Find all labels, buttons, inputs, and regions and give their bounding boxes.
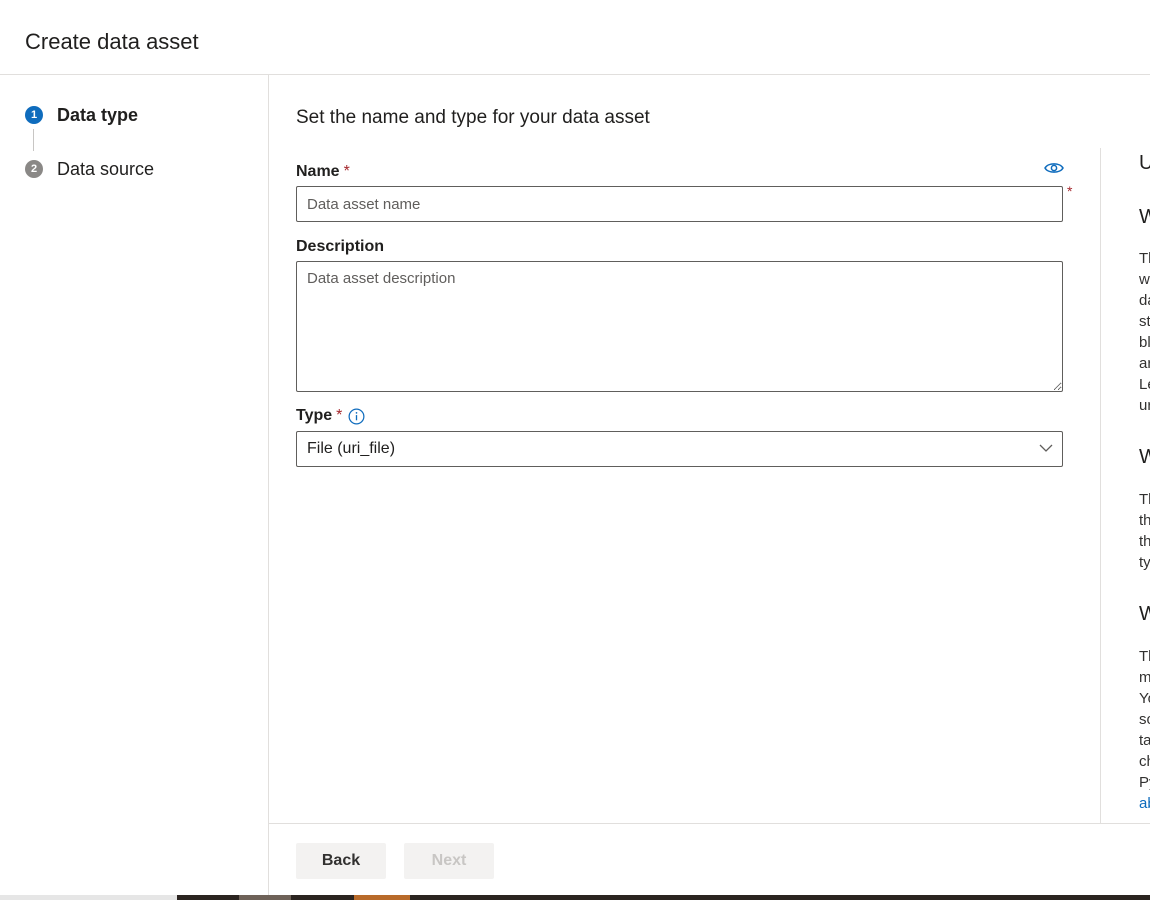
info-text-line: so <box>1139 711 1150 728</box>
type-dropdown[interactable]: File (uri_file) <box>296 431 1063 467</box>
step-connector <box>33 129 34 151</box>
info-text-line: ty <box>1139 554 1150 571</box>
eye-icon[interactable] <box>1044 161 1064 175</box>
step-number: 2 <box>25 160 43 178</box>
header: Create data asset <box>0 0 1150 75</box>
info-section-heading: W <box>1139 446 1150 469</box>
info-text-line: th <box>1139 512 1150 529</box>
back-button[interactable]: Back <box>296 843 386 879</box>
info-text-line: ta <box>1139 732 1150 749</box>
info-text-line: ar <box>1139 355 1150 372</box>
info-text-line: Th <box>1139 250 1150 267</box>
taskbar-segment <box>0 895 177 900</box>
type-selected-value: File (uri_file) <box>307 440 396 457</box>
info-text-line: Th <box>1139 648 1150 665</box>
taskbar-strip <box>0 895 1150 900</box>
name-input[interactable] <box>296 186 1063 222</box>
info-text-line: th <box>1139 533 1150 550</box>
name-required-indicator: * <box>1067 183 1073 199</box>
info-text-line: da <box>1139 292 1150 309</box>
info-text-line: bl <box>1139 334 1150 351</box>
step-data-type[interactable]: 1 Data type <box>25 105 138 125</box>
step-data-source[interactable]: 2 Data source <box>25 159 154 179</box>
next-button[interactable]: Next <box>404 843 494 879</box>
info-text-line: m <box>1139 669 1150 686</box>
info-section-heading: W <box>1139 206 1150 229</box>
info-icon[interactable] <box>348 408 365 425</box>
required-mark: * <box>336 407 343 424</box>
info-text-line: Py <box>1139 774 1150 791</box>
taskbar-segment <box>239 895 291 900</box>
type-label-text: Type <box>296 407 333 424</box>
description-input[interactable] <box>296 261 1063 392</box>
info-section-heading: W <box>1139 603 1150 626</box>
info-text-line: w <box>1139 271 1150 288</box>
chevron-down-icon <box>1039 444 1053 452</box>
info-text-line: ur <box>1139 397 1150 414</box>
info-text-line: Th <box>1139 491 1150 508</box>
step-label: Data source <box>57 158 155 179</box>
description-label-text: Description <box>296 238 385 255</box>
name-label-text: Name <box>296 163 340 180</box>
step-label: Data type <box>57 104 139 125</box>
info-panel-title: U <box>1139 152 1150 175</box>
info-text-line: Yo <box>1139 690 1150 707</box>
footer-actions: Back Next <box>269 823 1150 895</box>
step-number: 1 <box>25 106 43 124</box>
info-panel: U W Th w da st bl ar Le ur W Th th th ty… <box>1100 148 1150 823</box>
taskbar-segment <box>354 895 410 900</box>
required-mark: * <box>343 163 350 180</box>
info-text-line: st <box>1139 313 1150 330</box>
info-text-line: ch <box>1139 753 1150 770</box>
form-title: Set the name and type for your data asse… <box>296 107 650 128</box>
wizard-steps: 1 Data type 2 Data source <box>0 75 269 895</box>
description-label: Description <box>296 238 384 256</box>
page-title: Create data asset <box>25 29 199 54</box>
info-text-line: Le <box>1139 376 1150 393</box>
learn-more-link[interactable]: ab <box>1139 795 1150 812</box>
type-label: Type * <box>296 407 365 425</box>
create-data-asset-page: Create data asset 1 Data type 2 Data sou… <box>0 0 1150 900</box>
name-label: Name * <box>296 163 350 181</box>
